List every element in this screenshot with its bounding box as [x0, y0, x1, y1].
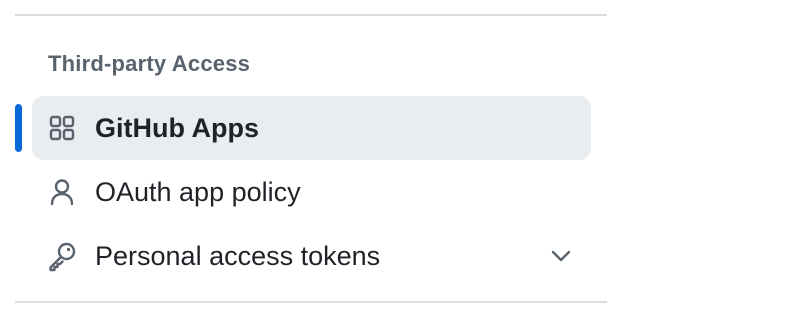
apps-icon [46, 112, 78, 144]
top-divider [15, 14, 607, 16]
active-indicator [15, 104, 22, 152]
chevron-down-icon[interactable] [547, 242, 575, 270]
sidebar-item-label: GitHub Apps [95, 113, 259, 143]
person-icon [46, 176, 78, 208]
sidebar-item-github-apps[interactable]: GitHub Apps [32, 96, 591, 160]
bottom-divider [15, 301, 607, 303]
sidebar-item-personal-access-tokens[interactable]: Personal access tokens [32, 224, 591, 288]
sidebar-item-label: OAuth app policy [95, 177, 301, 207]
section-heading: Third-party Access [48, 51, 251, 76]
key-icon [46, 240, 78, 272]
sidebar-item-oauth-app-policy[interactable]: OAuth app policy [32, 160, 591, 224]
sidebar-item-label: Personal access tokens [95, 241, 381, 271]
